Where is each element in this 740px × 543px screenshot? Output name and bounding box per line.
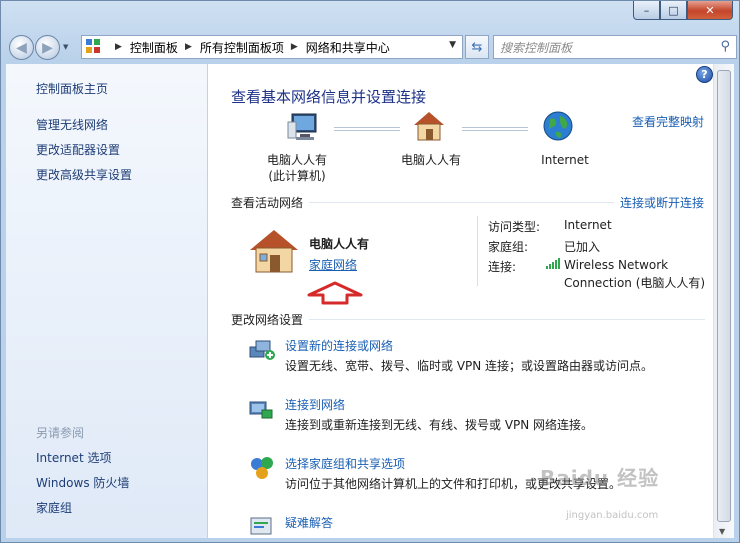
address-dropdown-icon[interactable]: ▼	[449, 40, 456, 50]
help-icon[interactable]: ?	[696, 66, 713, 83]
homegroup-label: 家庭组:	[488, 240, 529, 254]
active-networks-heading: 查看活动网络	[231, 196, 304, 210]
wireless-signal-icon	[546, 258, 560, 269]
map-computer-name: 电脑人人有	[266, 153, 327, 167]
forward-arrow-icon: ▶	[42, 39, 53, 56]
breadcrumb-item-network-center[interactable]: 网络和共享中心	[306, 39, 390, 56]
address-bar[interactable]: ▶ 控制面板 ▶ 所有控制面板项 ▶ 网络和共享中心 ▼	[81, 35, 463, 59]
homegroup-icon	[251, 457, 273, 479]
network-type-link[interactable]: 家庭网络	[309, 256, 357, 273]
troubleshoot-icon	[250, 517, 272, 535]
homegroup-value-link[interactable]: 已加入	[564, 238, 600, 255]
change-settings-heading: 更改网络设置	[231, 313, 304, 327]
breadcrumb: ▶ 控制面板 ▶ 所有控制面板项 ▶ 网络和共享中心	[108, 39, 390, 56]
minimize-button[interactable]: –	[633, 1, 660, 20]
search-icon[interactable]: ⚲	[720, 39, 730, 54]
sidebar: 控制面板主页 管理无线网络 更改适配器设置 更改高级共享设置 另请参阅 Inte…	[6, 64, 208, 538]
scroll-down-icon[interactable]: ▼	[719, 527, 725, 536]
search-placeholder: 搜索控制面板	[500, 40, 573, 55]
refresh-icon: ⇆	[471, 39, 483, 55]
network-house-icon	[414, 112, 444, 141]
sidebar-item-control-panel-home[interactable]: 控制面板主页	[36, 80, 108, 97]
section-divider	[309, 319, 705, 320]
view-full-map-link[interactable]: 查看完整映射	[632, 113, 704, 130]
task-title[interactable]: 选择家庭组和共享选项	[285, 455, 405, 472]
connection-name-line2: Connection (电脑人人有)	[564, 276, 706, 290]
scrollbar-thumb[interactable]	[717, 70, 731, 522]
navigation-bar: ◀ ▶ ▼ ▶ 控制面板 ▶ 所有控制面板项 ▶ 网络和共享中心 ▼ ⇆ 搜索控…	[7, 33, 737, 61]
vertical-scrollbar[interactable]: ▼	[713, 64, 734, 538]
refresh-button[interactable]: ⇆	[465, 35, 489, 59]
section-divider	[309, 202, 614, 203]
watermark-logo: Baidu 经验	[540, 466, 660, 490]
forward-button[interactable]: ▶	[35, 35, 60, 60]
caption-buttons: – □ ✕	[633, 1, 733, 20]
map-node-internet[interactable]: Internet	[530, 152, 600, 168]
map-connector-line	[462, 127, 528, 131]
recent-pages-dropdown[interactable]: ▼	[63, 43, 68, 51]
breadcrumb-chevron-icon[interactable]: ▶	[291, 42, 298, 52]
page-title: 查看基本网络信息并设置连接	[231, 88, 427, 106]
breadcrumb-chevron-icon[interactable]: ▶	[115, 42, 122, 52]
access-type-label: 访问类型:	[488, 220, 541, 234]
maximize-button[interactable]: □	[660, 1, 687, 20]
control-panel-icon	[86, 39, 102, 55]
task-title[interactable]: 设置新的连接或网络	[285, 337, 393, 354]
home-network-icon[interactable]	[248, 228, 300, 274]
connection-link[interactable]: Wireless Network Connection (电脑人人有)	[564, 258, 705, 291]
internet-globe-icon	[543, 111, 573, 141]
search-input[interactable]: 搜索控制面板 ⚲	[493, 35, 737, 59]
close-button[interactable]: ✕	[687, 1, 733, 20]
back-arrow-icon: ◀	[16, 39, 27, 56]
access-type-value: Internet	[564, 218, 612, 232]
map-node-this-computer[interactable]: 电脑人人有 (此计算机)	[262, 152, 332, 184]
new-connection-icon	[249, 340, 275, 360]
vertical-divider	[477, 216, 478, 286]
sidebar-item-advanced-sharing[interactable]: 更改高级共享设置	[36, 166, 132, 183]
sidebar-item-internet-options[interactable]: Internet 选项	[36, 449, 111, 466]
breadcrumb-item-control-panel[interactable]: 控制面板	[130, 39, 178, 56]
map-node-network[interactable]: 电脑人人有	[396, 152, 466, 168]
task-description: 设置无线、宽带、拨号、临时或 VPN 连接；或设置路由器或访问点。	[285, 359, 654, 373]
annotation-up-arrow-icon	[307, 281, 363, 305]
task-title[interactable]: 连接到网络	[285, 396, 345, 413]
watermark-url: jingyan.baidu.com	[566, 510, 659, 521]
sidebar-item-adapter-settings[interactable]: 更改适配器设置	[36, 141, 120, 158]
task-title[interactable]: 疑难解答	[285, 514, 333, 531]
sidebar-item-manage-wireless[interactable]: 管理无线网络	[36, 116, 108, 133]
sidebar-item-windows-firewall[interactable]: Windows 防火墙	[36, 474, 129, 491]
connection-name-line1: Wireless Network	[564, 258, 669, 272]
connect-network-icon	[249, 401, 273, 419]
active-network-name: 电脑人人有	[309, 237, 370, 251]
computer-icon	[287, 113, 317, 140]
connect-disconnect-link[interactable]: 连接或断开连接	[620, 194, 704, 211]
sidebar-item-homegroup[interactable]: 家庭组	[36, 499, 72, 516]
task-description: 连接到或重新连接到无线、有线、拨号或 VPN 网络连接。	[285, 418, 594, 432]
see-also-heading: 另请参阅	[36, 426, 85, 440]
back-button[interactable]: ◀	[9, 35, 34, 60]
breadcrumb-chevron-icon[interactable]: ▶	[185, 42, 192, 52]
map-connector-line	[334, 127, 400, 131]
connection-label: 连接:	[488, 260, 517, 274]
map-computer-sub: (此计算机)	[268, 169, 326, 183]
breadcrumb-item-all-items[interactable]: 所有控制面板项	[200, 39, 284, 56]
